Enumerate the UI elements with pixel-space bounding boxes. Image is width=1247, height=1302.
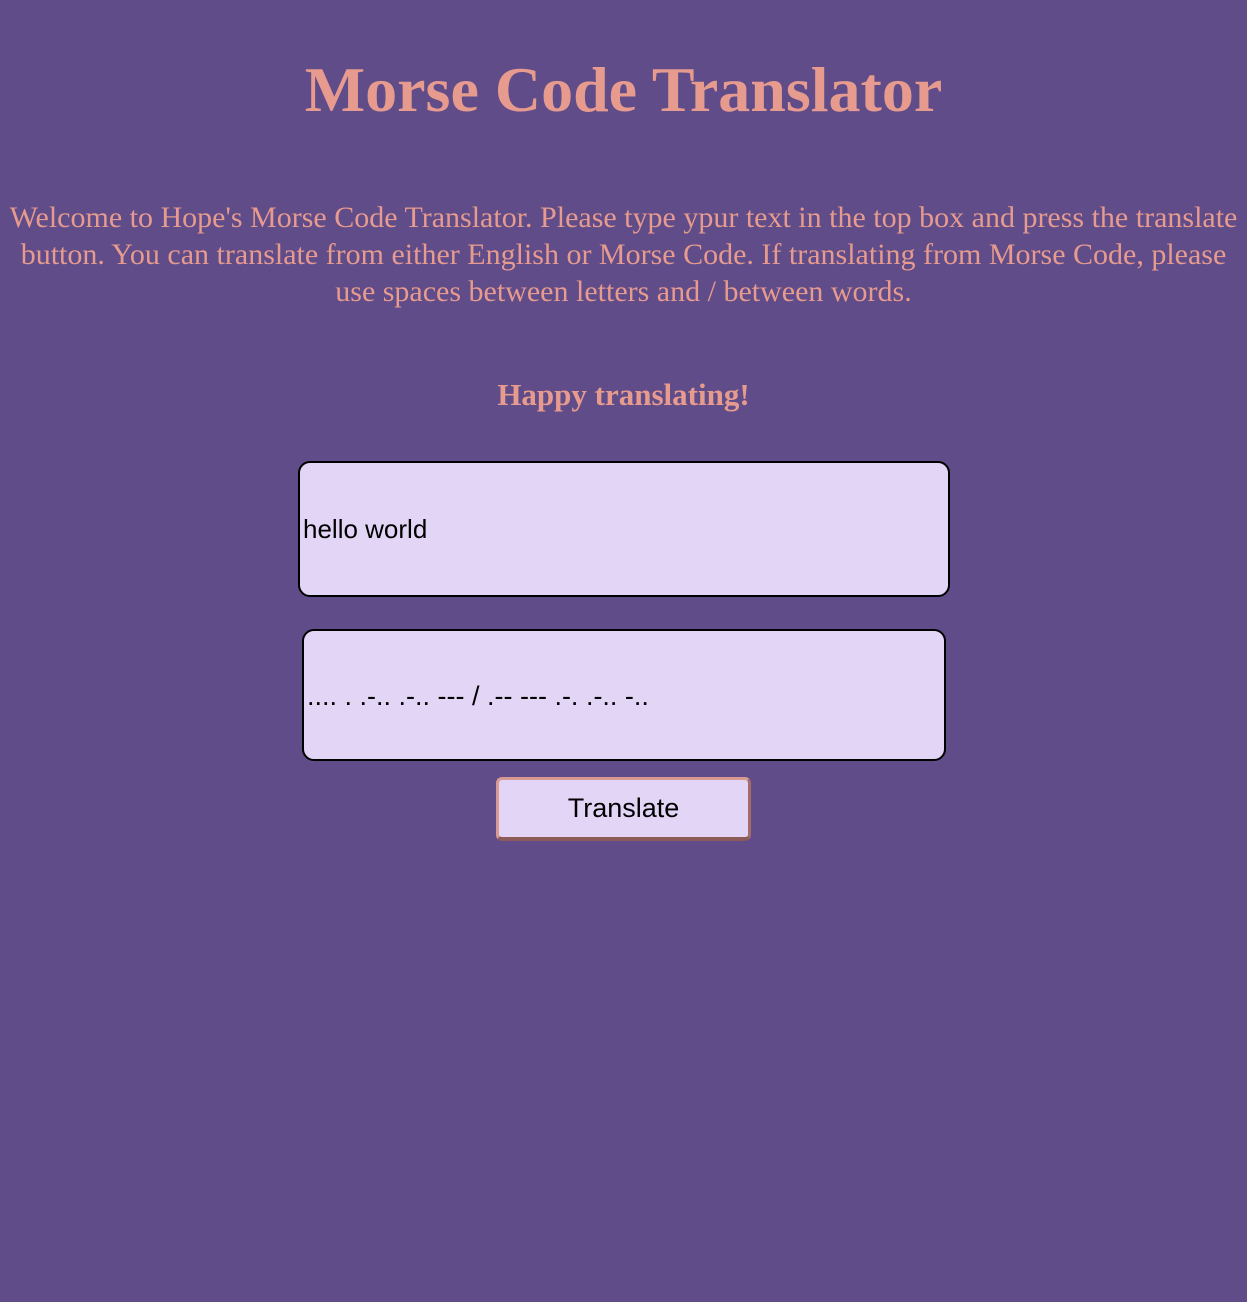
intro-paragraph: Welcome to Hope's Morse Code Translator.… <box>9 201 1238 308</box>
translation-output-box[interactable]: .... . .-.. .-.. --- / .-- --- .-. .-.. … <box>302 629 946 761</box>
page-title: Morse Code Translator <box>304 54 943 125</box>
happy-translating-heading: Happy translating! <box>497 377 750 412</box>
text-input-box[interactable]: hello world <box>298 461 950 597</box>
translation-output-value: .... . .-.. .-.. --- / .-- --- .-. .-.. … <box>307 680 649 711</box>
translate-button[interactable]: Translate <box>496 777 751 841</box>
text-input-value: hello world <box>303 513 428 544</box>
